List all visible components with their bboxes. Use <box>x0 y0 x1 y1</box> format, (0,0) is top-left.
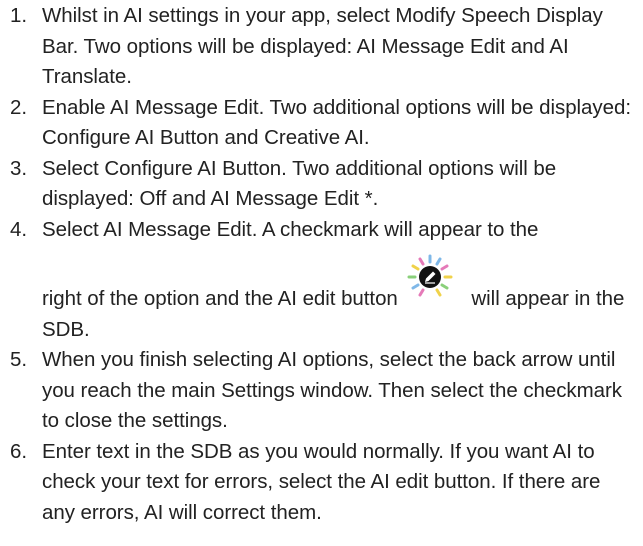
step-text: When you finish selecting AI options, se… <box>42 348 622 432</box>
instruction-steps: 1. Whilst in AI settings in your app, se… <box>0 0 643 528</box>
step-number: 3. <box>10 156 27 180</box>
step-text: Whilst in AI settings in your app, selec… <box>42 4 603 88</box>
ai-edit-button-icon <box>404 253 456 305</box>
step-text: Select Configure AI Button. Two addition… <box>42 156 557 211</box>
step-text-continued: right of the option and the AI edit butt… <box>42 287 398 310</box>
step-1: 1. Whilst in AI settings in your app, se… <box>0 1 643 93</box>
step-number: 5. <box>10 348 27 371</box>
step-number: 4. <box>10 217 27 241</box>
step-5: 5. When you finish selecting AI options,… <box>0 345 643 437</box>
step-3: 3. Select Configure AI Button. Two addit… <box>0 154 643 215</box>
step-number: 1. <box>10 4 27 27</box>
step-text: Select AI Message Edit. A checkmark will… <box>42 217 539 241</box>
step-2: 2. Enable AI Message Edit. Two additiona… <box>0 93 643 154</box>
step-text: Enter text in the SDB as you would norma… <box>42 439 601 524</box>
step-6: 6. Enter text in the SDB as you would no… <box>0 437 643 529</box>
step-text: Enable AI Message Edit. Two additional o… <box>42 95 631 150</box>
step-4: 4. Select AI Message Edit. A checkmark w… <box>0 215 643 346</box>
step-number: 2. <box>10 95 27 119</box>
step-number: 6. <box>10 439 27 463</box>
